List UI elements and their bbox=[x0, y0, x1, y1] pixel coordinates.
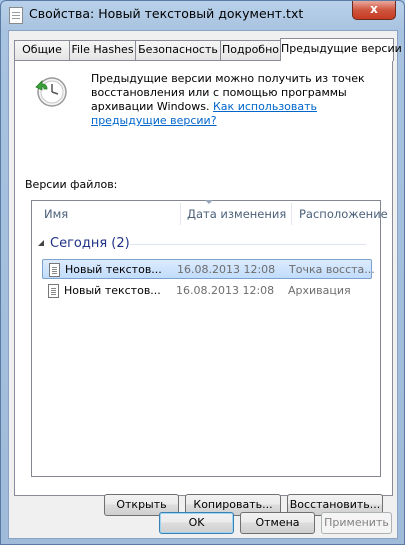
text-file-icon bbox=[48, 284, 59, 298]
close-button[interactable]: x bbox=[352, 1, 396, 20]
version-name: Новый текстов... bbox=[65, 263, 162, 276]
apply-button[interactable]: Применить bbox=[321, 512, 392, 534]
description-text: Предыдущие версии можно получить из точе… bbox=[91, 72, 387, 128]
ok-button[interactable]: OK bbox=[159, 512, 234, 534]
column-separator[interactable] bbox=[291, 203, 292, 225]
dialog-client-area: Общие File Hashes Безопасность Подробно … bbox=[8, 30, 402, 539]
tab-general[interactable]: Общие bbox=[14, 40, 70, 60]
column-header-name[interactable]: Имя bbox=[44, 201, 68, 227]
version-name: Новый текстов... bbox=[64, 284, 161, 297]
group-label: Сегодня (2) bbox=[50, 236, 130, 251]
version-location: Архивация bbox=[288, 284, 351, 297]
tab-file-hashes[interactable]: File Hashes bbox=[69, 40, 136, 60]
version-date: 16.08.2013 12:08 bbox=[177, 263, 276, 276]
file-versions-list[interactable]: Имя Дата изменения Расположение Сегодня … bbox=[31, 200, 388, 477]
title-bar[interactable]: Свойства: Новый текстовый документ.txt x bbox=[1, 1, 404, 31]
tab-previous-versions[interactable]: Предыдущие версии bbox=[280, 38, 402, 61]
document-icon bbox=[9, 7, 23, 24]
column-header-location[interactable]: Расположение bbox=[299, 201, 388, 227]
column-separator[interactable] bbox=[180, 203, 181, 225]
column-header-date[interactable]: Дата изменения bbox=[187, 201, 286, 227]
version-row[interactable]: Новый текстов... 16.08.2013 12:08 Архива… bbox=[42, 281, 372, 301]
text-file-icon bbox=[49, 263, 60, 277]
window-title: Свойства: Новый текстовый документ.txt bbox=[29, 6, 304, 21]
version-row[interactable]: Новый текстов... 16.08.2013 12:08 Точка … bbox=[42, 259, 375, 279]
tab-details[interactable]: Подробно bbox=[220, 40, 281, 60]
previous-versions-panel: Предыдущие версии можно получить из точе… bbox=[14, 60, 393, 516]
version-date: 16.08.2013 12:08 bbox=[176, 284, 275, 297]
versions-label: Версии файлов: bbox=[25, 178, 118, 191]
cancel-button[interactable]: Отмена bbox=[240, 512, 315, 534]
collapse-triangle-icon[interactable] bbox=[38, 240, 44, 246]
group-today[interactable]: Сегодня (2) bbox=[32, 234, 380, 254]
restore-clock-icon bbox=[35, 77, 67, 107]
tab-security[interactable]: Безопасность bbox=[135, 40, 221, 60]
properties-window: Свойства: Новый текстовый документ.txt x… bbox=[0, 0, 405, 545]
group-divider bbox=[130, 244, 366, 245]
version-location: Точка восста... bbox=[289, 263, 375, 276]
